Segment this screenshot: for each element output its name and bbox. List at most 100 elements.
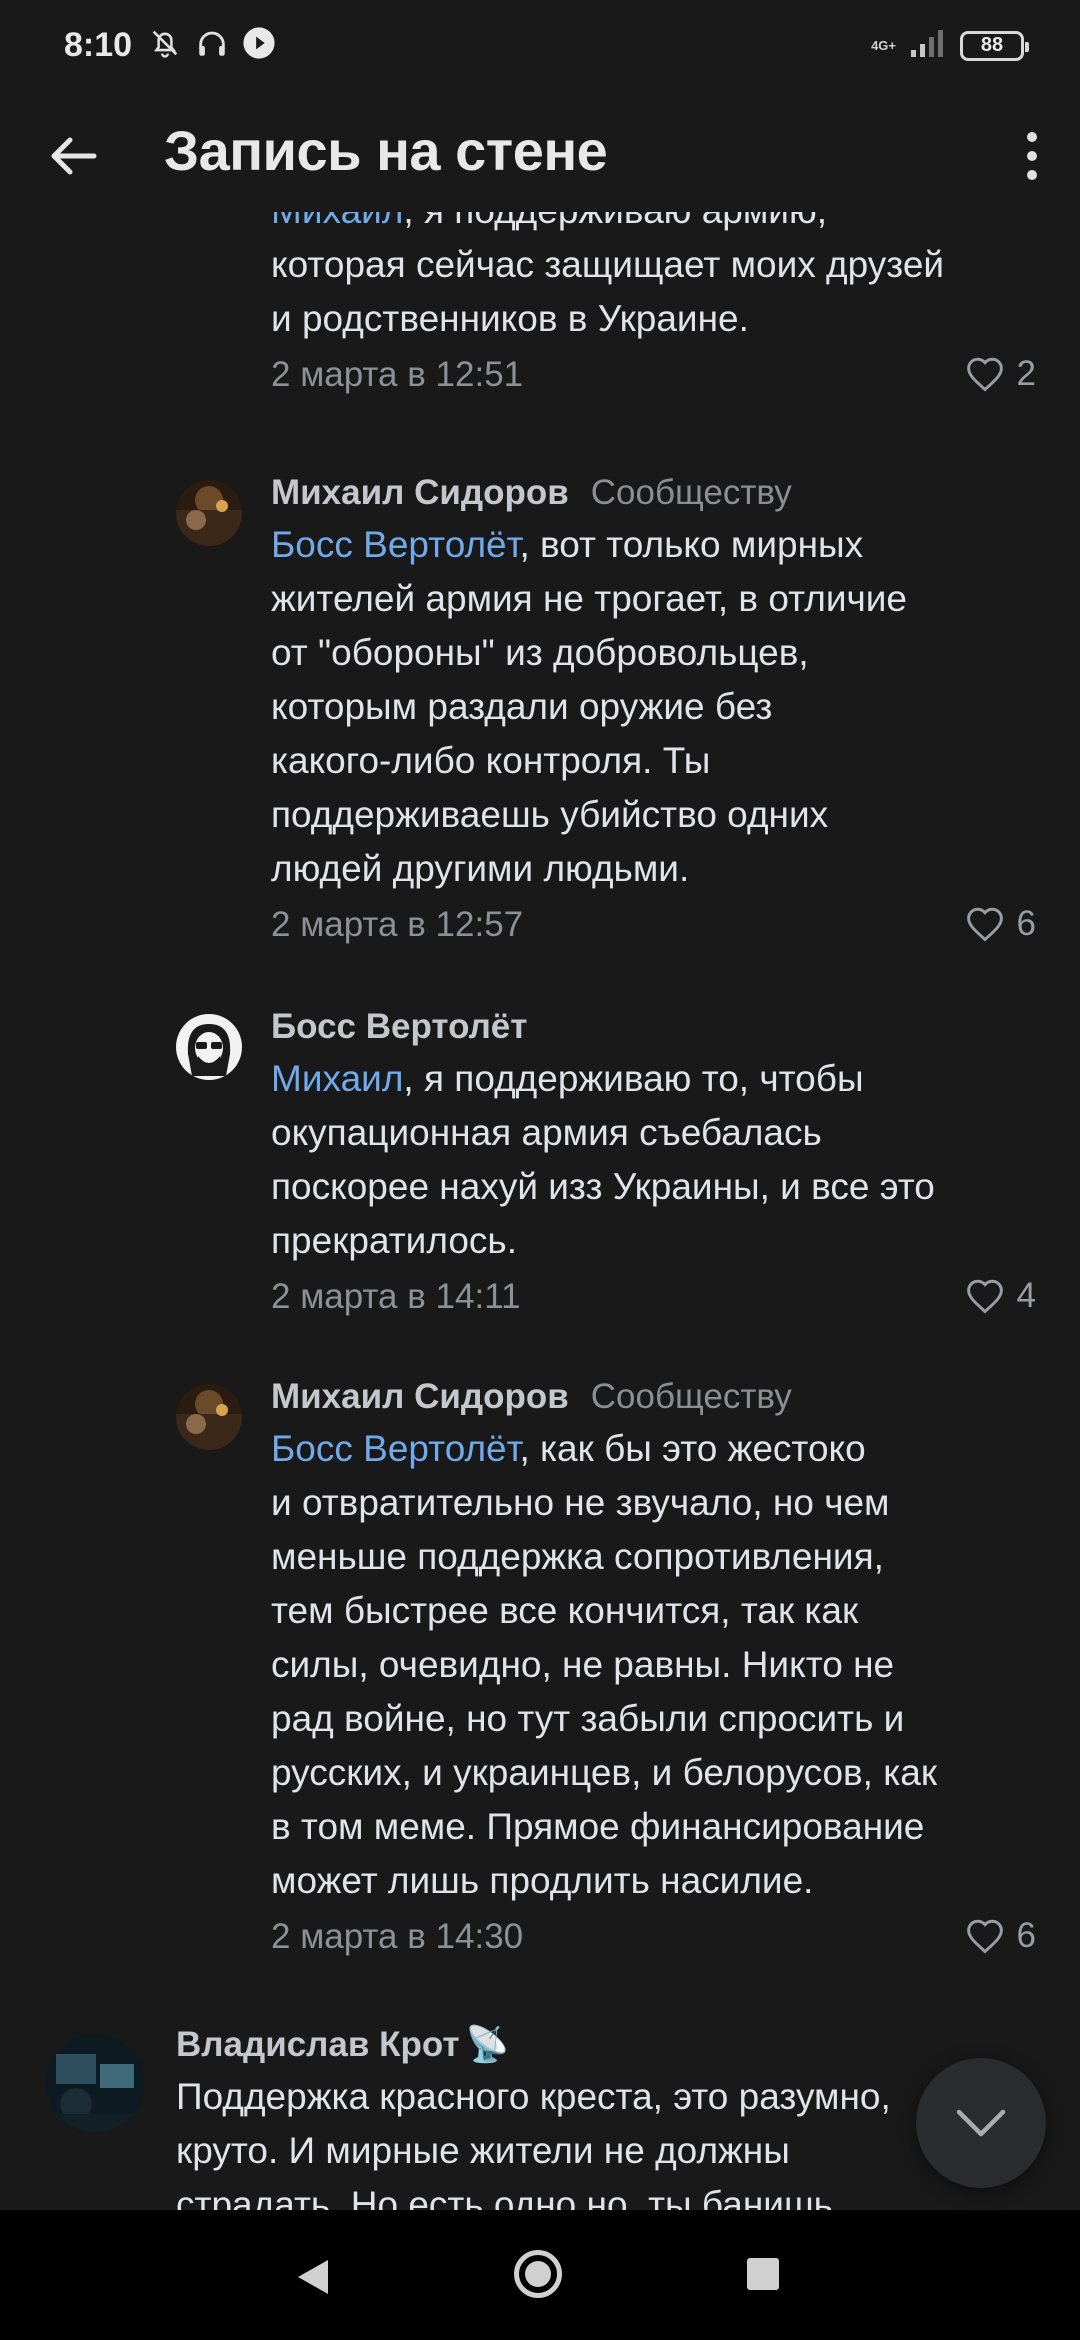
text-line: поддерживаешь убийство одних bbox=[271, 794, 829, 835]
text-line: , я поддерживаю то, чтобы bbox=[403, 1058, 864, 1099]
avatar[interactable] bbox=[46, 2034, 144, 2132]
author-name[interactable]: Владислав Крот bbox=[176, 2025, 460, 2064]
comment-header: Босс Вертолёт bbox=[271, 1002, 1036, 1052]
comment-date[interactable]: 2 марта в 14:30 bbox=[271, 1917, 523, 1956]
author-name[interactable]: Михаил Сидоров bbox=[271, 473, 569, 512]
mention-link[interactable]: Босс Вертолёт bbox=[271, 1428, 519, 1469]
comment-date[interactable]: 2 марта в 14:11 bbox=[271, 1277, 521, 1316]
comment-meta: 2 марта в 14:30 6 bbox=[271, 1910, 1036, 1964]
arrow-left-icon bbox=[51, 137, 97, 175]
comment-meta: 2 марта в 12:51 2 bbox=[271, 348, 1036, 402]
text-line: которым раздали оружие без bbox=[271, 686, 773, 727]
like-button[interactable]: 2 bbox=[965, 354, 1036, 394]
comment-body: Михаил Сидоров Сообществу Босс Вертолёт, … bbox=[271, 468, 1036, 952]
text-line: от "обороны" из добровольцев, bbox=[271, 632, 809, 673]
comment-body: Босс Вертолёт Михаил, я поддерживаю то, … bbox=[271, 1002, 1036, 1324]
text-line: прекратилось. bbox=[271, 1220, 517, 1261]
mention-link[interactable]: Михаил bbox=[271, 212, 403, 231]
comment-text: Поддержка красного креста, это разумно, … bbox=[176, 2070, 1036, 2210]
community-badge: Сообществу bbox=[590, 1377, 792, 1416]
comment-meta: 2 марта в 14:11 4 bbox=[271, 1270, 1036, 1324]
more-dot bbox=[1027, 151, 1037, 161]
text-line: и родственников в Украине. bbox=[271, 298, 749, 339]
mention-link[interactable]: Босс Вертолёт bbox=[271, 524, 519, 565]
text-line: может лишь продлить насилие. bbox=[271, 1860, 814, 1901]
satellite-dish-icon: 📡 bbox=[465, 2025, 510, 2064]
text-line: людей другими людьми. bbox=[271, 848, 690, 889]
text-line: тем быстрее все кончится, так как bbox=[271, 1590, 859, 1631]
comment-header: Михаил Сидоров Сообществу bbox=[271, 1372, 1036, 1422]
comment-body: Михаил Сидоров Сообществу Босс Вертолёт, … bbox=[271, 1372, 1036, 1964]
back-button[interactable] bbox=[42, 124, 106, 188]
system-nav-bar bbox=[0, 2210, 1080, 2340]
heart-outline-icon bbox=[966, 357, 1003, 392]
avatar[interactable] bbox=[176, 1384, 242, 1450]
battery-indicator: 88 bbox=[960, 30, 1029, 61]
text-line: жителей армия не трогает, в отличие bbox=[271, 578, 908, 619]
comment-date[interactable]: 2 марта в 12:57 bbox=[271, 905, 523, 944]
more-options-button[interactable] bbox=[1014, 124, 1050, 188]
avatar[interactable] bbox=[176, 480, 242, 546]
nav-back-button[interactable] bbox=[296, 2258, 330, 2301]
text-line: которая сейчас защищает моих друзей bbox=[271, 244, 945, 285]
scroll-down-button[interactable] bbox=[916, 2058, 1046, 2188]
text-line: Поддержка красного креста, это разумно, bbox=[176, 2076, 891, 2117]
headphones-icon bbox=[194, 26, 230, 65]
comment-text: Михаил, я поддерживаю армию, которая сей… bbox=[271, 212, 1036, 346]
like-count: 4 bbox=[1016, 1276, 1036, 1315]
more-dot bbox=[1027, 170, 1037, 180]
author-name[interactable]: Михаил Сидоров bbox=[271, 1377, 569, 1416]
like-count: 6 bbox=[1016, 904, 1036, 943]
signal-icon bbox=[910, 28, 946, 63]
play-circle-icon bbox=[242, 26, 276, 65]
like-button[interactable]: 4 bbox=[965, 1276, 1036, 1316]
home-circle-icon bbox=[525, 2261, 551, 2287]
comment-header: Михаил Сидоров Сообществу bbox=[271, 468, 1036, 518]
status-bar: 8:10 4G+ 88 bbox=[0, 0, 1080, 96]
bell-off-icon bbox=[148, 26, 182, 65]
nav-home-button[interactable] bbox=[514, 2250, 562, 2298]
heart-outline-icon bbox=[966, 1919, 1003, 1954]
network-type: 4G+ bbox=[871, 38, 896, 53]
text-line: окупационная армия съебалась bbox=[271, 1112, 822, 1153]
status-icons-left bbox=[148, 26, 276, 65]
comment-date[interactable]: 2 марта в 12:51 bbox=[271, 355, 523, 394]
more-vertical-icon bbox=[1027, 132, 1037, 142]
heart-outline-icon bbox=[966, 1279, 1003, 1314]
like-button[interactable]: 6 bbox=[965, 904, 1036, 944]
text-line: какого-либо контроля. Ты bbox=[271, 740, 711, 781]
comment-body: Владислав Крот 📡 Поддержка красного крест… bbox=[176, 2020, 1036, 2210]
triangle-back-icon bbox=[298, 2260, 328, 2294]
text-line: русских, и украинцев, и белорусов, как bbox=[271, 1752, 937, 1793]
like-count: 6 bbox=[1016, 1916, 1036, 1955]
comment-text: Босс Вертолёт, как бы это жестоко и отвр… bbox=[271, 1422, 1036, 1908]
avatar[interactable] bbox=[176, 1014, 242, 1080]
comment-meta: 2 марта в 12:57 6 bbox=[271, 898, 1036, 952]
comment-text: Михаил, я поддерживаю то, чтобы окупацио… bbox=[271, 1052, 1036, 1268]
heart-outline-icon bbox=[966, 907, 1003, 942]
nav-recents-button[interactable] bbox=[747, 2258, 779, 2290]
status-time: 8:10 bbox=[64, 26, 133, 64]
text-line: , как бы это жестоко bbox=[519, 1428, 866, 1469]
author-name[interactable]: Босс Вертолёт bbox=[271, 1007, 527, 1046]
mention-link[interactable]: Михаил bbox=[271, 1058, 403, 1099]
community-badge: Сообществу bbox=[590, 473, 792, 512]
comments-feed[interactable]: Михаил, я поддерживаю армию, которая сей… bbox=[0, 212, 1080, 2210]
text-line: силы, очевидно, не равны. Никто не bbox=[271, 1644, 895, 1685]
text-line: круто. И мирные жители не должны bbox=[176, 2130, 790, 2171]
like-button[interactable]: 6 bbox=[965, 1916, 1036, 1956]
app-header: Запись на стене bbox=[0, 96, 1080, 212]
text-line: , я поддерживаю армию, bbox=[403, 212, 827, 231]
chevron-down-icon bbox=[956, 2109, 1006, 2137]
text-line: и отвратительно не звучало, но чем bbox=[271, 1482, 890, 1523]
comment-text: Босс Вертолёт, вот только мирных жителей… bbox=[271, 518, 1036, 896]
text-line: меньше поддержка сопротивления, bbox=[271, 1536, 884, 1577]
comment-body: Михаил, я поддерживаю армию, которая сей… bbox=[271, 212, 1036, 402]
text-line: страдать. Но есть одно но, ты банишь bbox=[176, 2184, 833, 2210]
page-title: Запись на стене bbox=[164, 119, 608, 182]
like-count: 2 bbox=[1016, 354, 1036, 393]
text-line: , вот только мирных bbox=[519, 524, 864, 565]
text-line: в том меме. Прямое финансирование bbox=[271, 1806, 925, 1847]
comment-header: Владислав Крот 📡 bbox=[176, 2020, 1036, 2070]
text-line: рад войне, но тут забыли спросить и bbox=[271, 1698, 905, 1739]
